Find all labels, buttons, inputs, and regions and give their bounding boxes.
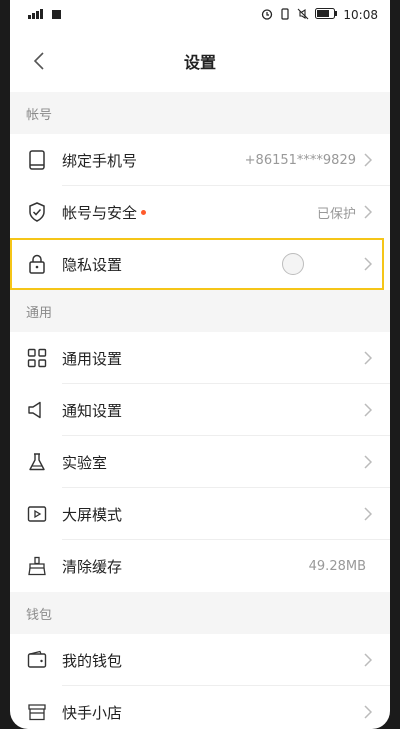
chevron-right-icon <box>364 153 374 167</box>
settings-row-lab[interactable]: 实验室 <box>10 436 390 488</box>
back-button[interactable] <box>24 44 54 78</box>
alarm-icon <box>261 8 273 23</box>
chevron-right-icon <box>364 653 374 667</box>
row-label: 通知设置 <box>62 401 123 420</box>
row-label: 快手小店 <box>62 703 123 722</box>
row-value-cache-size: 49.28MB <box>308 558 366 574</box>
mute-icon <box>297 8 309 23</box>
row-label: 清除缓存 <box>62 557 123 576</box>
settings-row-bind-phone[interactable]: 绑定手机号 +86151****9829 <box>10 134 390 186</box>
status-left <box>28 8 61 22</box>
new-badge-dot <box>141 209 147 215</box>
wallet-icon <box>26 649 48 671</box>
chevron-right-icon <box>364 351 374 365</box>
phone-screen: 10:08 设置 帐号 绑定手机号 +86151****9829 帐号与安全 已… <box>10 0 390 729</box>
status-time: 10:08 <box>343 8 378 22</box>
section-header-general: 通用 <box>10 290 390 332</box>
section-header-wallet: 钱包 <box>10 592 390 634</box>
vibrate-icon <box>279 7 291 23</box>
row-label: 我的钱包 <box>62 651 123 670</box>
row-label: 大屏模式 <box>62 505 123 524</box>
settings-row-general-settings[interactable]: 通用设置 <box>10 332 390 384</box>
grid-icon <box>26 347 48 369</box>
chevron-right-icon <box>364 455 374 469</box>
settings-row-clear-cache[interactable]: 清除缓存 49.28MB <box>10 540 390 592</box>
flask-icon <box>26 451 48 473</box>
navigation-bar: 设置 <box>10 30 390 92</box>
row-label: 隐私设置 <box>62 255 123 274</box>
notification-square-icon <box>52 8 61 22</box>
status-right: 10:08 <box>261 7 378 23</box>
lock-icon <box>26 253 48 275</box>
shield-icon <box>26 201 48 223</box>
signal-icon <box>28 8 46 22</box>
phone-icon <box>26 149 48 171</box>
settings-row-shop[interactable]: 快手小店 <box>10 686 390 729</box>
speaker-icon <box>26 399 48 421</box>
chevron-left-icon <box>33 52 44 70</box>
store-icon <box>26 701 48 723</box>
page-title: 设置 <box>183 53 216 72</box>
settings-row-notification[interactable]: 通知设置 <box>10 384 390 436</box>
row-label: 帐号与安全 <box>62 203 138 222</box>
row-label: 绑定手机号 <box>62 151 138 170</box>
row-label: 实验室 <box>62 453 108 472</box>
row-label-with-badge: 帐号与安全 <box>62 202 317 223</box>
chevron-right-icon <box>364 507 374 521</box>
settings-row-my-wallet[interactable]: 我的钱包 <box>10 634 390 686</box>
chevron-right-icon <box>364 403 374 417</box>
touch-indicator <box>282 253 304 275</box>
chevron-right-icon <box>364 257 374 271</box>
status-bar: 10:08 <box>10 0 390 30</box>
section-header-account: 帐号 <box>10 92 390 134</box>
row-label: 通用设置 <box>62 349 123 368</box>
play-screen-icon <box>26 503 48 525</box>
chevron-right-icon <box>364 705 374 719</box>
battery-icon <box>315 8 338 22</box>
settings-row-big-screen[interactable]: 大屏模式 <box>10 488 390 540</box>
row-value-phone: +86151****9829 <box>244 152 356 168</box>
settings-row-account-security[interactable]: 帐号与安全 已保护 <box>10 186 390 238</box>
chevron-right-icon <box>364 205 374 219</box>
settings-row-privacy[interactable]: 隐私设置 <box>10 238 390 290</box>
broom-icon <box>26 555 48 577</box>
row-value-security-status: 已保护 <box>316 206 356 222</box>
